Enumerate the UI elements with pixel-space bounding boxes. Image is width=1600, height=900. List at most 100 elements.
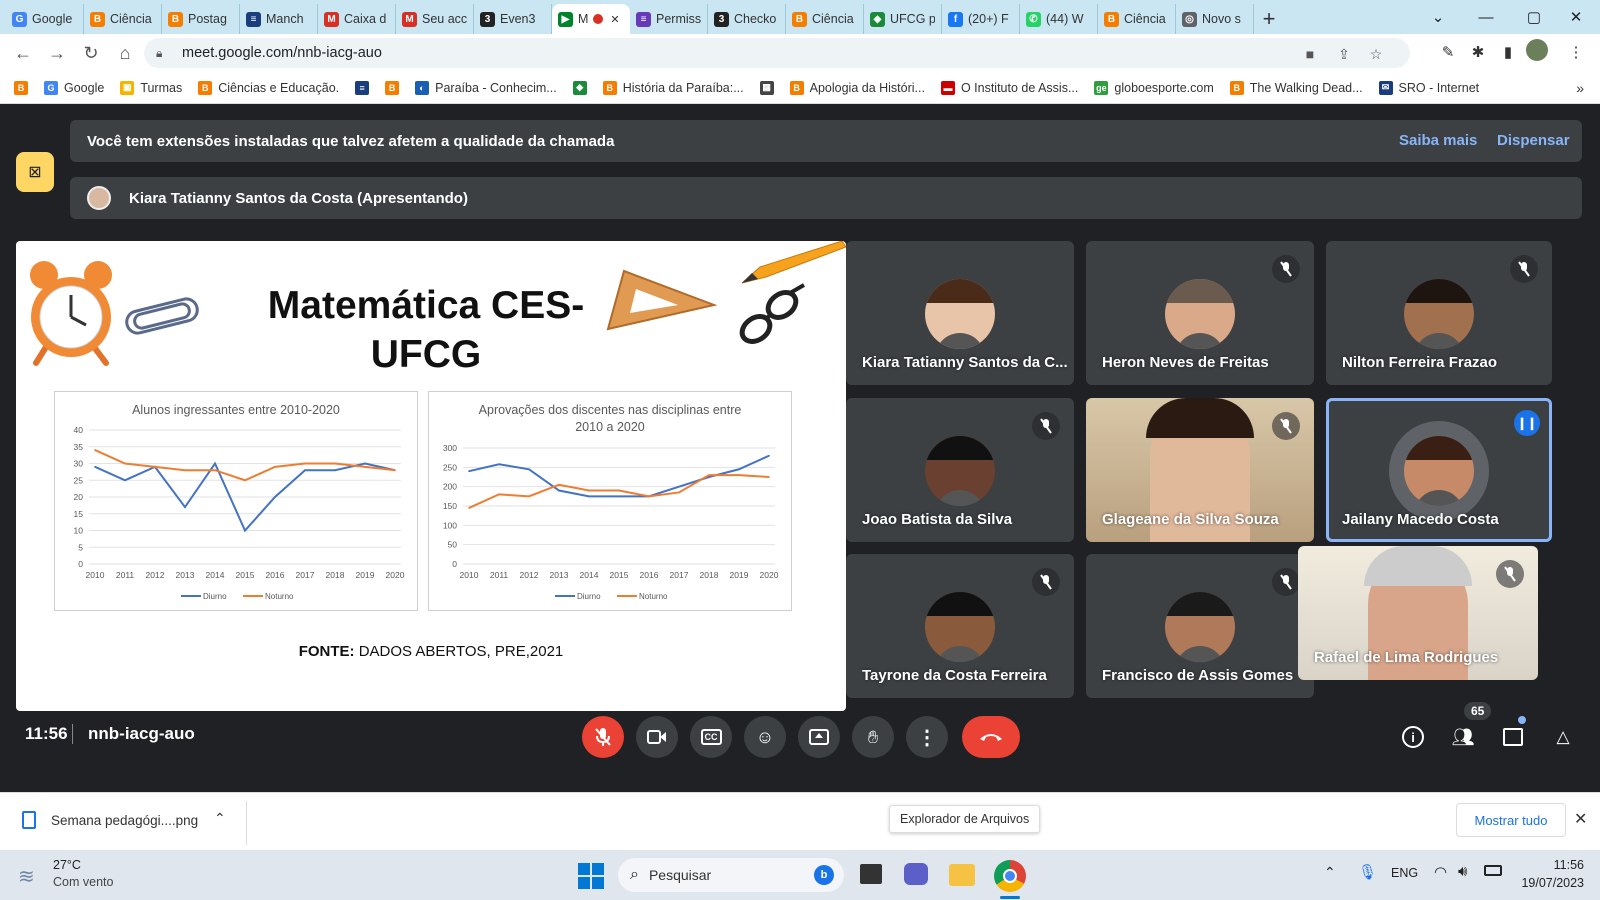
language-indicator[interactable]: ENG xyxy=(1391,866,1418,880)
address-bar[interactable]: 🔒︎ meet.google.com/nnb-iacg-auo ■ ⇪ ☆ xyxy=(144,38,1410,68)
captions-button[interactable]: CC xyxy=(690,716,732,758)
new-tab-button[interactable]: + xyxy=(1254,4,1284,34)
browser-tab[interactable]: ≡ Permiss xyxy=(630,4,708,34)
taskbar-time[interactable]: 11:56 xyxy=(1540,858,1584,872)
learn-more-link[interactable]: Saiba mais xyxy=(1399,132,1477,149)
browser-tab[interactable]: B Postag xyxy=(162,4,240,34)
close-download-bar-icon[interactable]: ✕ xyxy=(1574,809,1587,829)
more-bookmarks-button[interactable]: » xyxy=(1576,80,1584,96)
leave-call-button[interactable] xyxy=(962,716,1020,758)
reload-button[interactable]: ↻ xyxy=(76,38,106,68)
participant-tile[interactable]: ❙❙ Jailany Macedo Costa xyxy=(1326,398,1552,542)
download-options-chevron-icon[interactable]: ⌃ xyxy=(214,810,226,827)
browser-tab[interactable]: ◎ Novo s xyxy=(1176,4,1254,34)
presentation-off-icon[interactable]: ⊠ xyxy=(16,152,54,192)
forward-button[interactable]: → xyxy=(42,38,72,68)
maximize-button[interactable]: ▢ xyxy=(1514,4,1554,30)
file-explorer-icon[interactable] xyxy=(949,864,975,886)
back-button[interactable]: ← xyxy=(8,38,38,68)
dismiss-button[interactable]: Dispensar xyxy=(1497,132,1570,149)
chrome-taskbar-icon[interactable] xyxy=(994,860,1026,892)
minimize-button[interactable]: — xyxy=(1466,4,1506,30)
bookmark-star-icon[interactable]: ☆ xyxy=(1366,44,1386,64)
bookmark-favicon-icon: ◆ xyxy=(572,80,587,95)
participant-tile[interactable]: Joao Batista da Silva xyxy=(846,398,1074,542)
mic-tray-icon[interactable]: 🎙︎ xyxy=(1358,863,1377,881)
battery-icon[interactable] xyxy=(1484,865,1502,876)
weather-description[interactable]: Com vento xyxy=(53,875,113,889)
taskbar-search-box[interactable]: ⌕ Pesquisar b xyxy=(618,858,844,892)
camera-icon[interactable]: ■ xyxy=(1300,44,1320,64)
menu-kebab-icon[interactable]: ⋮ xyxy=(1564,40,1588,64)
participant-tile[interactable]: Francisco de Assis Gomes xyxy=(1086,554,1314,698)
participant-tile[interactable]: Glageane da Silva Souza xyxy=(1086,398,1314,542)
bookmark-item[interactable]: ◐ Paraíba - Conhecim... xyxy=(415,80,557,95)
browser-tab[interactable]: B Ciência xyxy=(84,4,162,34)
browser-tab[interactable]: G Google xyxy=(6,4,84,34)
close-window-button[interactable]: ✕ xyxy=(1556,4,1596,30)
tray-chevron-up-icon[interactable]: ⌃ xyxy=(1324,864,1336,881)
teams-chat-icon[interactable] xyxy=(904,863,928,885)
browser-tab[interactable]: 3 Even3 xyxy=(474,4,552,34)
participant-tile[interactable]: Kiara Tatianny Santos da C... xyxy=(846,241,1074,385)
extensions-puzzle-icon[interactable]: ✱ xyxy=(1466,40,1490,64)
bookmark-item[interactable]: ▬ O Instituto de Assis... xyxy=(940,80,1078,95)
bookmark-item[interactable]: ge globoesporte.com xyxy=(1094,80,1214,95)
participant-tile[interactable]: Rafael de Lima Rodrigues xyxy=(1298,546,1538,680)
taskbar-date[interactable]: 19/07/2023 xyxy=(1514,876,1584,890)
mic-off-button[interactable] xyxy=(582,716,624,758)
activities-button[interactable]: △ xyxy=(1546,720,1580,754)
bing-icon[interactable]: b xyxy=(814,865,834,885)
task-view-icon[interactable] xyxy=(860,864,882,884)
side-panel-icon[interactable]: ▮ xyxy=(1496,40,1520,64)
bookmark-item[interactable]: ◆ xyxy=(572,80,587,95)
participant-tile[interactable]: Tayrone da Costa Ferreira xyxy=(846,554,1074,698)
weather-wind-icon[interactable]: ≋ xyxy=(18,864,35,889)
bookmark-item[interactable]: B The Walking Dead... xyxy=(1229,80,1363,95)
windows-start-icon[interactable] xyxy=(578,863,604,889)
bookmark-item[interactable]: ✉ SRO - Internet xyxy=(1378,80,1479,95)
browser-tab[interactable]: M Seu acc xyxy=(396,4,474,34)
volume-icon[interactable]: 🔊︎ xyxy=(1458,863,1467,880)
browser-tab[interactable]: f (20+) F xyxy=(942,4,1020,34)
browser-tab[interactable]: B Ciência xyxy=(786,4,864,34)
bookmark-item[interactable]: ≡ xyxy=(355,80,370,95)
tab-search-icon[interactable]: ⌄ xyxy=(1418,4,1458,30)
profile-avatar[interactable] xyxy=(1526,39,1548,61)
download-file-name[interactable]: Semana pedagógi....png xyxy=(51,813,198,828)
browser-tab[interactable]: 3 Checko xyxy=(708,4,786,34)
chat-button[interactable] xyxy=(1496,720,1530,754)
browser-tab[interactable]: ◆ UFCG p xyxy=(864,4,942,34)
browser-tab[interactable]: M Caixa d xyxy=(318,4,396,34)
bookmark-item[interactable]: G Google xyxy=(44,80,104,95)
bookmark-item[interactable]: ▣ Turmas xyxy=(120,80,182,95)
bookmark-item[interactable]: ▦ xyxy=(759,80,774,95)
y-tick-label: 35 xyxy=(74,442,84,452)
show-all-button[interactable]: Mostrar tudo xyxy=(1456,803,1566,837)
browser-tab[interactable]: ✆ (44) W xyxy=(1020,4,1098,34)
browser-tab[interactable]: B Ciência xyxy=(1098,4,1176,34)
raise-hand-button[interactable]: ✋︎ xyxy=(852,716,894,758)
browser-tab[interactable]: ≡ Manch xyxy=(240,4,318,34)
bookmark-item[interactable]: B Apologia da Históri... xyxy=(789,80,925,95)
browser-tab[interactable]: ▶ M ✕ xyxy=(552,4,630,34)
share-icon[interactable]: ⇪ xyxy=(1334,44,1354,64)
meeting-details-button[interactable]: i xyxy=(1396,720,1430,754)
bookmark-item[interactable]: B História da Paraíba:... xyxy=(602,80,744,95)
home-button[interactable]: ⌂ xyxy=(110,38,140,68)
reactions-button[interactable]: ☺ xyxy=(744,716,786,758)
close-tab-icon[interactable]: ✕ xyxy=(610,13,619,26)
extension-pen-icon[interactable]: ✎ xyxy=(1436,40,1460,64)
lock-icon[interactable]: 🔒︎ xyxy=(156,46,172,61)
bookmark-item[interactable]: B xyxy=(385,80,400,95)
bookmark-item[interactable]: B Ciências e Educação. xyxy=(198,80,339,95)
bookmark-item[interactable]: B xyxy=(14,80,28,95)
people-button[interactable]: 👥︎ xyxy=(1446,720,1480,754)
participant-tile[interactable]: Heron Neves de Freitas xyxy=(1086,241,1314,385)
participant-tile[interactable]: Nilton Ferreira Frazao xyxy=(1326,241,1552,385)
camera-button[interactable] xyxy=(636,716,678,758)
present-button[interactable] xyxy=(798,716,840,758)
wifi-icon[interactable]: ◠ xyxy=(1434,863,1447,881)
more-options-button[interactable]: ⋮ xyxy=(906,716,948,758)
weather-temperature[interactable]: 27°C xyxy=(53,858,81,872)
